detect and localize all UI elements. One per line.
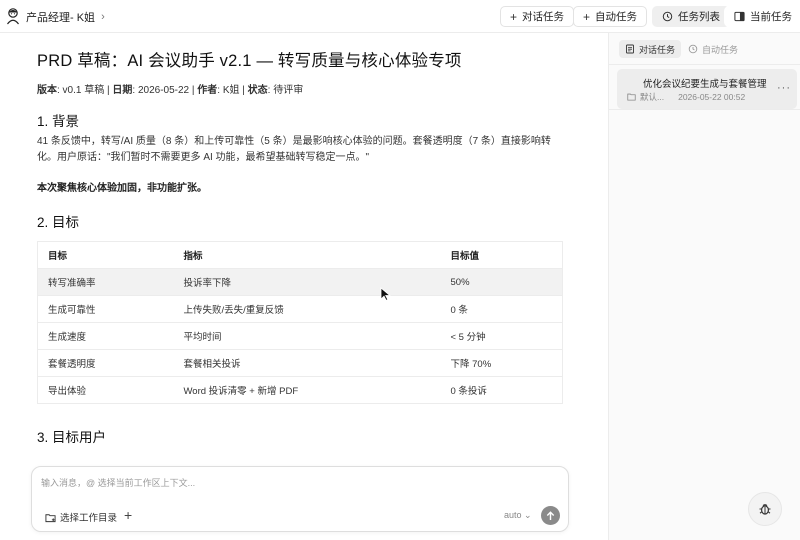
table-cell: 50% [440,268,563,296]
table-cell: 上传失败/丢失/重复反馈 [173,295,441,323]
arrow-up-icon [546,510,555,520]
task-folder: 默认... [640,92,665,102]
doc-meta: 版本: v0.1 草稿 | 日期: 2026-05-22 | 作者: K姐 | … [37,81,577,96]
history-icon [662,11,673,22]
date-label: 日期 [112,85,133,96]
document-icon [626,44,634,54]
author-label: 作者 [197,85,218,96]
top-bar: 产品经理- K姐 › + 对话任务 + 自动任务 任务列表 当前任务 [0,0,800,33]
table-cell: 平均时间 [173,322,441,350]
table-header-metric: 指标 [173,241,441,269]
prd-document: PRD 草稿：AI 会议助手 v2.1 — 转写质量与核心体验专项 版本: v0… [37,44,577,96]
status-value: : 待评审 [267,85,304,96]
date-value: : 2026-05-22 | [132,85,198,96]
mouse-cursor-icon [380,287,391,301]
chevron-right-icon: › [101,11,105,23]
table-cell: 生成速度 [37,322,174,350]
plus-icon: + [510,9,518,24]
workspace-title[interactable]: 产品经理- K姐 [26,9,95,25]
table-header-goal: 目标 [37,241,174,269]
page-title: PRD 草稿：AI 会议助手 v2.1 — 转写质量与核心体验专项 [37,52,462,70]
folder-icon [627,93,636,101]
table-row: 导出体验 Word 投诉清零 + 新增 PDF 0 条投诉 [37,376,563,404]
section-heading-background: 1. 背景 [37,114,80,129]
panel-divider [609,64,800,65]
message-input[interactable]: 输入消息，@ 选择当前工作区上下文... [41,476,195,489]
task-timestamp: 2026-05-22 00:52 [678,92,746,102]
clock-icon [688,44,698,54]
task-list-item[interactable]: 优化会议纪要生成与套餐管理 默认... 2026-05-22 00:52 ··· [617,69,797,109]
table-cell: 0 条 [440,295,563,323]
new-auto-task-label: 自动任务 [595,11,638,23]
table-cell: Word 投诉清零 + 新增 PDF [173,376,441,404]
new-chat-task-label: 对话任务 [522,11,565,23]
feedback-bug-button[interactable] [748,492,782,526]
goals-table: 目标 指标 目标值 转写准确率 投诉率下降 50% 生成可靠性 上传失败/丢失/… [37,241,563,404]
breadcrumb[interactable]: 产品经理- K姐 › [26,9,105,25]
table-cell: 转写准确率 [37,268,174,296]
current-task-label: 当前任务 [750,11,792,23]
table-cell: 套餐相关投诉 [173,349,441,377]
table-cell: 导出体验 [37,376,174,404]
version-label: 版本 [37,85,57,96]
add-attachment-button[interactable]: + [124,507,132,523]
status-label: 状态 [247,85,268,96]
model-select[interactable]: auto ⌄ [504,510,532,521]
table-cell: 生成可靠性 [37,295,174,323]
task-panel: 对话任务 自动任务 优化会议纪要生成与套餐管理 默认... 2026-05-22… [608,33,800,540]
plus-icon: + [583,9,591,24]
table-cell: 投诉率下降 [173,268,441,296]
section-heading-target-users: 3. 目标用户 [37,430,107,445]
table-cell: < 5 分钟 [440,322,563,350]
new-chat-task-button[interactable]: + 对话任务 [500,6,575,27]
author-value: : K姐 | [217,85,248,96]
table-row: 套餐透明度 套餐相关投诉 下降 70% [37,349,563,377]
current-task-button[interactable]: 当前任务 [724,6,800,27]
panel-divider [609,109,800,110]
task-list-label: 任务列表 [678,11,720,23]
task-meta: 默认... 2026-05-22 00:52 [627,91,745,103]
new-auto-task-button[interactable]: + 自动任务 [573,6,648,27]
table-row: 生成速度 平均时间 < 5 分钟 [37,322,563,350]
select-workdir-button[interactable]: 选择工作目录 [45,510,117,524]
task-title: 优化会议纪要生成与套餐管理 [643,79,767,90]
section-heading-goals: 2. 目标 [37,215,80,230]
avatar[interactable] [5,7,21,25]
message-composer: 输入消息，@ 选择当前工作区上下文... 选择工作目录 + auto ⌄ [31,466,569,532]
table-cell: 下降 70% [440,349,563,377]
table-row: 转写准确率 投诉率下降 50% [37,268,563,296]
table-row: 生成可靠性 上传失败/丢失/重复反馈 0 条 [37,295,563,323]
background-paragraph: 41 条反馈中，转写/AI 质量（8 条）和上传可靠性（5 条）是最影响核心体验… [37,136,551,163]
table-cell: 0 条投诉 [440,376,563,404]
more-options-icon[interactable]: ··· [777,82,791,94]
table-cell: 套餐透明度 [37,349,174,377]
folder-plus-icon [45,513,56,522]
table-header-row: 目标 指标 目标值 [37,241,563,269]
tab-chat-tasks-label: 对话任务 [639,44,676,55]
focus-statement: 本次聚焦核心体验加固，非功能扩张。 [37,183,207,194]
bug-icon [759,504,771,515]
tab-auto-tasks[interactable]: 自动任务 [682,40,744,58]
panel-icon [734,11,745,22]
table-header-target: 目标值 [440,241,563,269]
select-workdir-label: 选择工作目录 [60,513,118,524]
send-button[interactable] [541,506,560,525]
task-list-button[interactable]: 任务列表 [652,6,730,27]
version-value: : v0.1 草稿 | [57,85,113,96]
tab-auto-tasks-label: 自动任务 [702,44,739,55]
tab-chat-tasks[interactable]: 对话任务 [619,40,682,58]
